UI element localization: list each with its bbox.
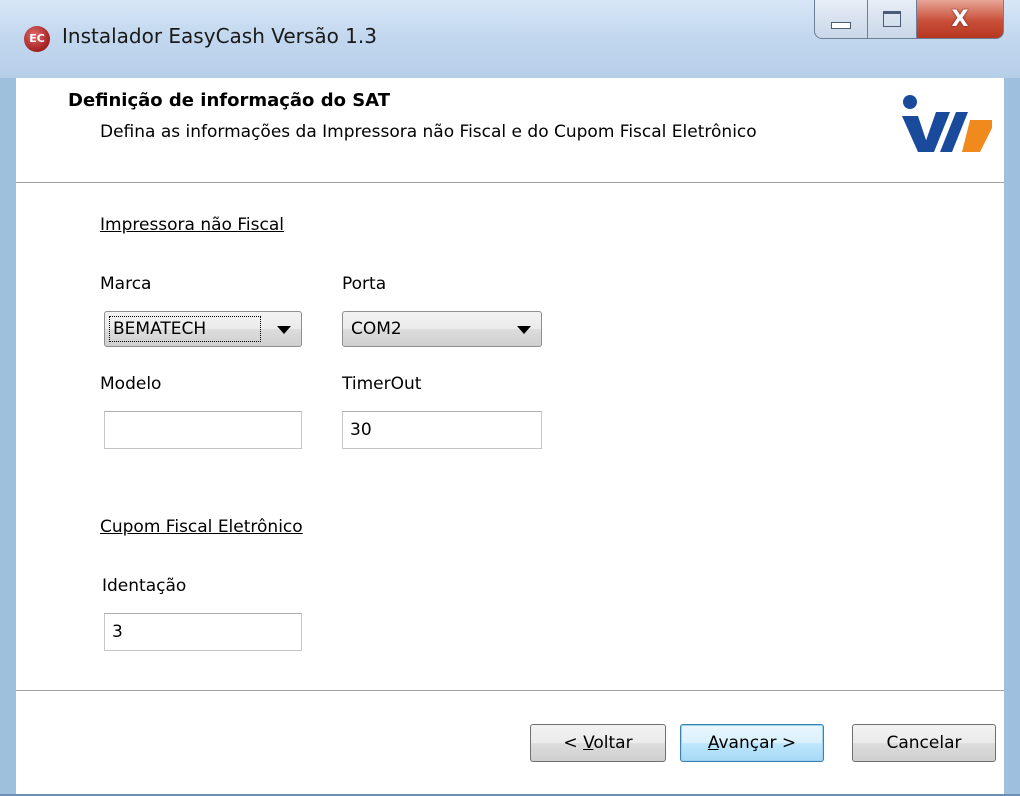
page-title: Definição de informação do SAT	[68, 90, 390, 111]
identacao-field[interactable]	[104, 613, 302, 651]
porta-selected-value: COM2	[351, 319, 402, 339]
app-icon: EC	[24, 26, 50, 52]
company-logo-icon	[902, 95, 992, 152]
back-rest: oltar	[593, 733, 633, 753]
close-button[interactable]: X	[917, 0, 1004, 39]
minimize-icon	[831, 21, 851, 29]
cancel-button[interactable]: Cancelar	[852, 724, 996, 762]
timerout-field[interactable]	[342, 411, 542, 449]
back-prefix: <	[563, 733, 584, 753]
timerout-label: TimerOut	[342, 374, 422, 394]
identacao-input[interactable]	[105, 614, 301, 650]
next-rest: vançar >	[718, 733, 797, 753]
minimize-button[interactable]	[814, 0, 868, 39]
timerout-input[interactable]	[343, 412, 541, 448]
window-title: Instalador EasyCash Versão 1.3	[62, 24, 377, 48]
porta-select[interactable]: COM2	[342, 311, 542, 347]
wizard-header: Definição de informação do SAT Defina as…	[16, 78, 1004, 183]
marca-select[interactable]: BEMATECH	[104, 311, 302, 347]
chevron-down-icon	[517, 326, 531, 334]
installer-window: EC Instalador EasyCash Versão 1.3 X Defi…	[0, 0, 1020, 796]
modelo-label: Modelo	[100, 374, 162, 394]
page-subtitle: Defina as informações da Impressora não …	[100, 122, 757, 142]
footer-divider	[16, 690, 1004, 691]
marca-label: Marca	[100, 274, 152, 294]
porta-label: Porta	[342, 274, 387, 294]
caption-buttons: X	[814, 0, 1004, 40]
title-bar[interactable]: EC Instalador EasyCash Versão 1.3 X	[0, 0, 1020, 78]
cfe-section-label: Cupom Fiscal Eletrônico	[100, 517, 303, 537]
next-button[interactable]: Avançar >	[680, 724, 824, 762]
marca-selected-value: BEMATECH	[113, 319, 207, 339]
maximize-button[interactable]	[868, 0, 917, 39]
chevron-down-icon	[277, 326, 291, 334]
printer-section-label: Impressora não Fiscal	[100, 215, 284, 235]
identacao-label: Identação	[102, 576, 187, 596]
wizard-body: Impressora não Fiscal Marca Porta BEMATE…	[16, 183, 1004, 689]
next-mnemonic: A	[707, 733, 719, 753]
dialog-client-area: Definição de informação do SAT Defina as…	[16, 78, 1004, 794]
back-mnemonic: V	[583, 733, 594, 753]
modelo-input[interactable]	[105, 412, 301, 448]
maximize-icon	[883, 11, 901, 27]
close-icon: X	[951, 6, 969, 32]
modelo-field[interactable]	[104, 411, 302, 449]
back-button[interactable]: < Voltar	[530, 724, 666, 762]
